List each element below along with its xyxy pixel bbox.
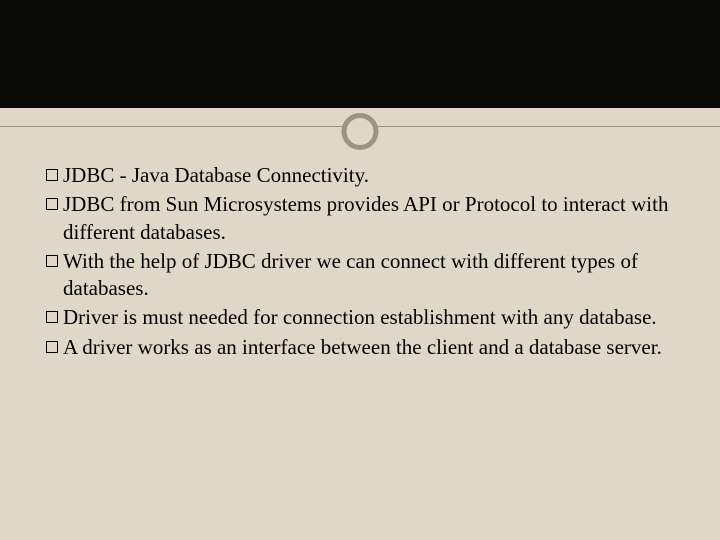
bullet-text: Driver is must needed for connection est… (63, 304, 674, 331)
square-bullet-icon (46, 255, 58, 267)
ring-icon (342, 113, 379, 150)
list-item: JDBC from Sun Microsystems provides API … (46, 191, 674, 246)
list-item: A driver works as an interface between t… (46, 334, 674, 361)
bullet-text: With the help of JDBC driver we can conn… (63, 248, 674, 303)
square-bullet-icon (46, 198, 58, 210)
bullet-text: A driver works as an interface between t… (63, 334, 674, 361)
square-bullet-icon (46, 341, 58, 353)
list-item: With the help of JDBC driver we can conn… (46, 248, 674, 303)
list-item: JDBC - Java Database Connectivity. (46, 162, 674, 189)
slide: JDBC - Java Database Connectivity. JDBC … (0, 0, 720, 540)
square-bullet-icon (46, 169, 58, 181)
bullet-text: JDBC from Sun Microsystems provides API … (63, 191, 674, 246)
title-bar (0, 0, 720, 108)
list-item: Driver is must needed for connection est… (46, 304, 674, 331)
bullet-text: JDBC - Java Database Connectivity. (63, 162, 674, 189)
content-area: JDBC - Java Database Connectivity. JDBC … (46, 162, 674, 363)
square-bullet-icon (46, 311, 58, 323)
